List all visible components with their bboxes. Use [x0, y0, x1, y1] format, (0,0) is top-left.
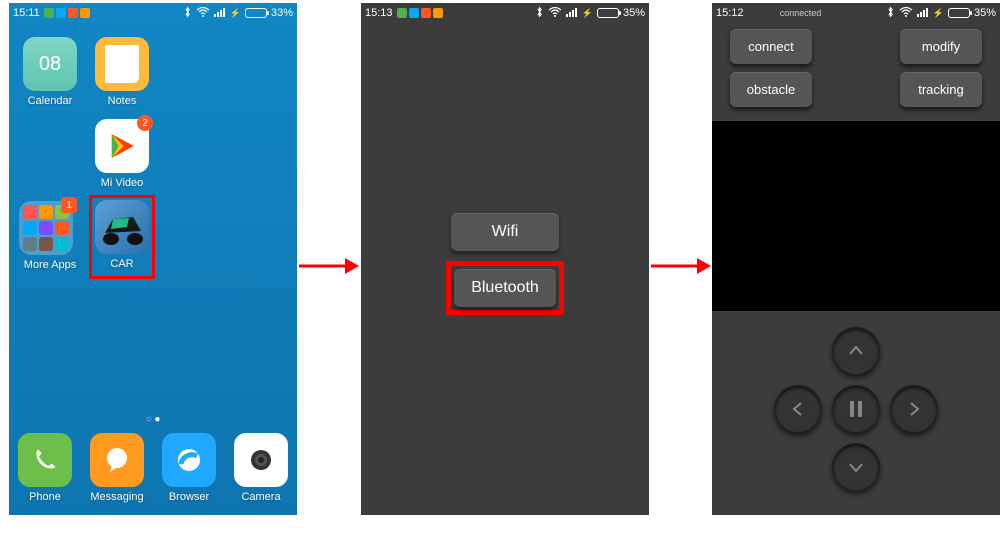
car-icon	[95, 200, 149, 254]
app-mivideo[interactable]: 2 Mi Video	[95, 119, 149, 189]
battery-icon	[245, 8, 267, 18]
status-time: 15:12	[716, 7, 744, 19]
dock-browser[interactable]: Browser	[162, 433, 216, 503]
status-time: 15:13	[365, 7, 393, 19]
wifi-icon	[196, 7, 210, 20]
arrow-icon	[651, 254, 711, 278]
dpad-pause[interactable]	[832, 385, 880, 433]
dock-camera[interactable]: Camera	[234, 433, 288, 503]
app-label: CAR	[95, 258, 149, 270]
dpad-up[interactable]	[832, 327, 880, 375]
bluetooth-icon	[183, 6, 192, 21]
obstacle-button[interactable]: obstacle	[730, 72, 812, 107]
app-label: Notes	[95, 95, 149, 107]
wifi-icon	[548, 7, 562, 20]
highlight-bluetooth: Bluetooth	[446, 261, 564, 315]
app-label: More Apps	[19, 259, 81, 271]
status-connected: connected	[780, 8, 822, 18]
app-label: Phone	[18, 491, 72, 503]
battery-pct: 33%	[271, 7, 293, 19]
phone-connect-screen: 15:13 ⚡ 35% Wifi Bluetooth	[361, 3, 649, 515]
app-calendar[interactable]: 08 Calendar	[23, 37, 77, 107]
battery-icon	[597, 8, 619, 18]
signal-icon	[566, 7, 578, 20]
dock-phone[interactable]: Phone	[18, 433, 72, 503]
signal-icon	[917, 7, 929, 20]
home-grid: 08 Calendar Notes 2 Mi Video 1 Mo	[9, 23, 297, 515]
status-time: 15:11	[13, 7, 40, 19]
charging-icon: ⚡	[230, 8, 241, 19]
charging-icon: ⚡	[933, 8, 944, 19]
wifi-button[interactable]: Wifi	[451, 213, 559, 251]
dock-messaging[interactable]: Messaging	[90, 433, 144, 503]
badge: 2	[137, 115, 153, 131]
dpad-right[interactable]	[890, 385, 938, 433]
bluetooth-icon	[535, 6, 544, 21]
app-label: Mi Video	[95, 177, 149, 189]
browser-icon	[162, 433, 216, 487]
status-notification-icons	[44, 8, 90, 18]
camera-icon	[234, 433, 288, 487]
dpad	[712, 311, 1000, 511]
calendar-icon: 08	[23, 37, 77, 91]
folder-icon: 1	[19, 201, 73, 255]
status-notification-icons	[397, 8, 443, 18]
phone-icon	[18, 433, 72, 487]
mivideo-icon: 2	[95, 119, 149, 173]
bluetooth-button[interactable]: Bluetooth	[454, 269, 556, 307]
app-notes[interactable]: Notes	[95, 37, 149, 107]
battery-pct: 35%	[974, 7, 996, 19]
folder-moreapps[interactable]: 1 More Apps	[19, 201, 81, 271]
app-label: Calendar	[23, 95, 77, 107]
charging-icon: ⚡	[582, 8, 593, 19]
arrow-icon	[299, 254, 359, 278]
notes-icon	[95, 37, 149, 91]
phone-home-screen: 15:11 ⚡ 33% 08 Calendar	[9, 3, 297, 515]
dpad-left[interactable]	[774, 385, 822, 433]
signal-icon	[214, 7, 226, 20]
wifi-icon	[899, 7, 913, 20]
phone-control-screen: 15:12 connected ⚡ 35% connect modify obs…	[712, 3, 1000, 515]
app-car[interactable]: CAR	[95, 200, 149, 270]
dpad-down[interactable]	[832, 443, 880, 491]
status-bar: 15:12 connected ⚡ 35%	[712, 3, 1000, 23]
dock: Phone Messaging Browser Camera	[9, 429, 297, 515]
battery-pct: 35%	[623, 7, 645, 19]
messaging-icon	[90, 433, 144, 487]
bluetooth-icon	[886, 6, 895, 21]
page-indicator: ○ ●	[9, 414, 297, 425]
status-bar: 15:13 ⚡ 35%	[361, 3, 649, 23]
status-bar: 15:11 ⚡ 33%	[9, 3, 297, 23]
app-label: Browser	[162, 491, 216, 503]
app-label: Messaging	[90, 491, 144, 503]
modify-button[interactable]: modify	[900, 29, 982, 64]
video-viewport	[712, 121, 1000, 311]
connect-button[interactable]: connect	[730, 29, 812, 64]
app-label: Camera	[234, 491, 288, 503]
highlight-car: CAR	[89, 195, 155, 279]
battery-icon	[948, 8, 970, 18]
badge: 1	[61, 197, 77, 213]
tracking-button[interactable]: tracking	[900, 72, 982, 107]
